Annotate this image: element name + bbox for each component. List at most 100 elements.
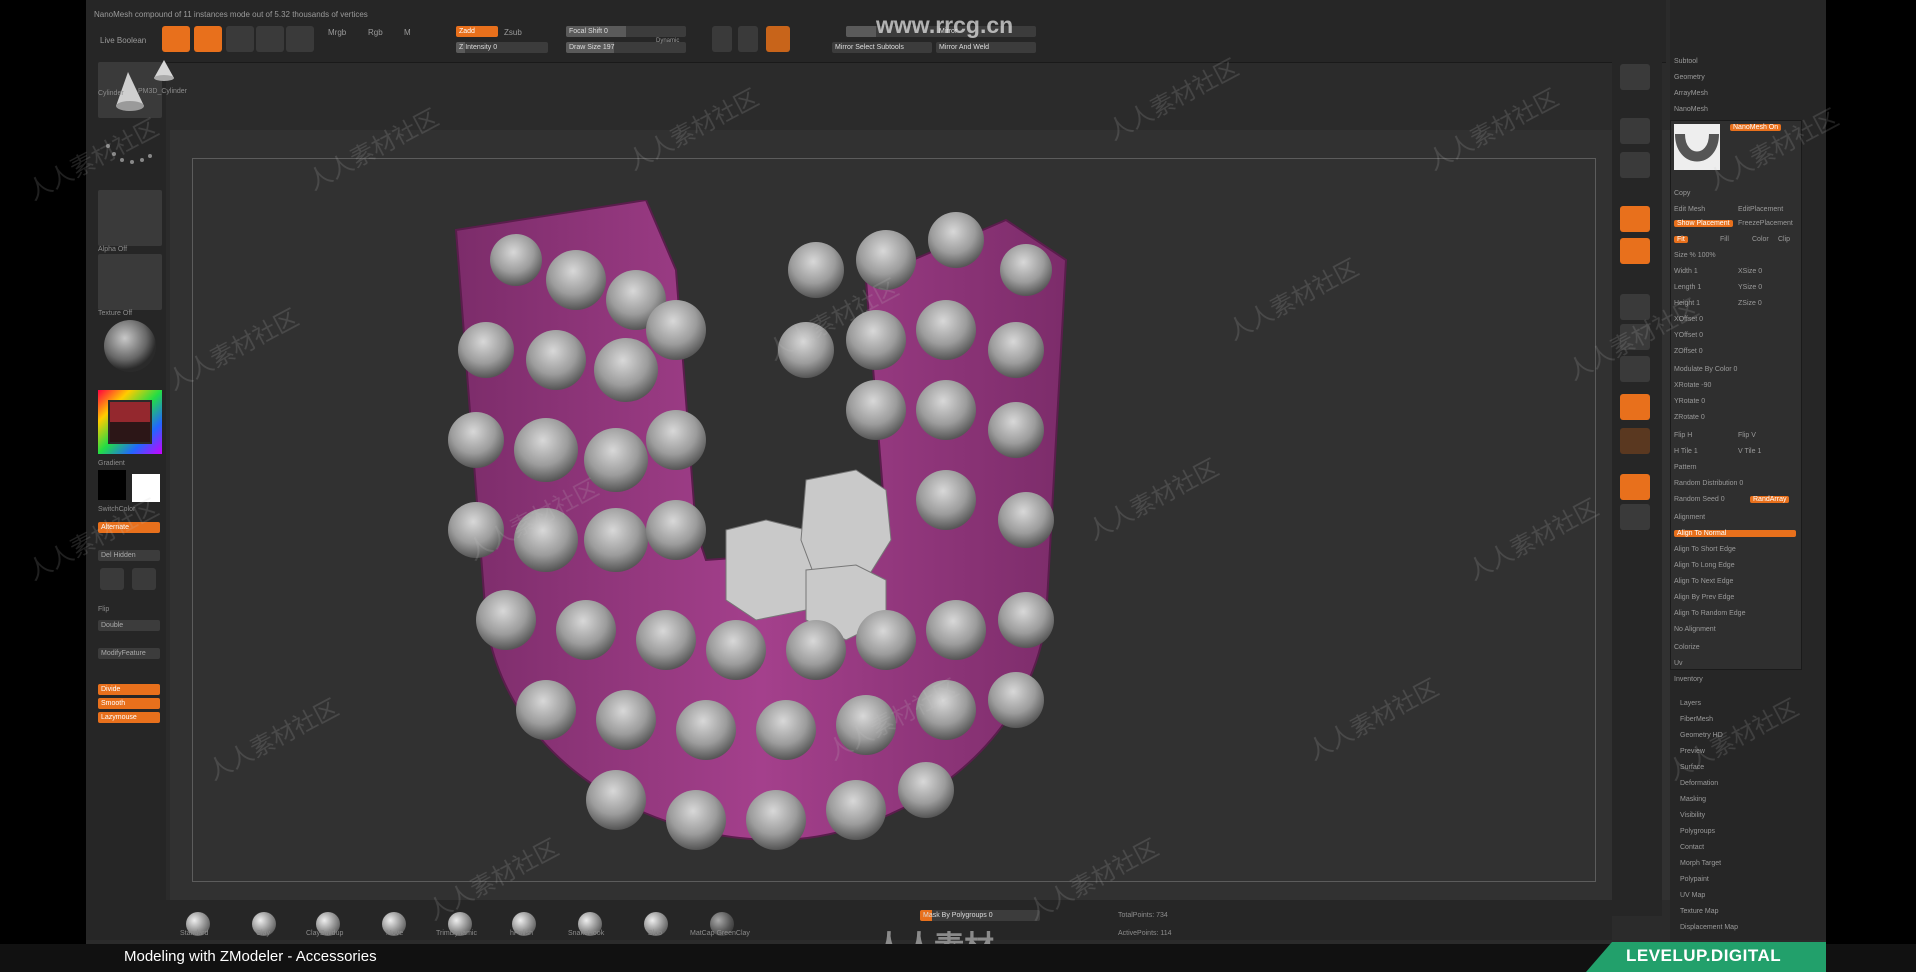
mask-by-polygroups-slider[interactable]: Mask By Polygroups 0 xyxy=(920,910,1040,921)
menu-polygroups[interactable]: Polygroups xyxy=(1680,828,1715,835)
local-button[interactable] xyxy=(1620,238,1650,264)
bpr-button[interactable] xyxy=(1620,64,1650,90)
scroll-button[interactable] xyxy=(1620,118,1650,144)
main-color-swatch[interactable] xyxy=(98,470,126,500)
polyf-button[interactable] xyxy=(1620,428,1650,454)
polyframe-button[interactable] xyxy=(100,568,124,590)
stroke-mode-button[interactable] xyxy=(738,26,758,52)
zsub-label[interactable]: Zsub xyxy=(504,28,522,37)
align-next-edge-button[interactable]: Align To Next Edge xyxy=(1674,578,1733,585)
y-size-slider[interactable]: YSize 0 xyxy=(1738,284,1762,291)
floor-button[interactable] xyxy=(1620,206,1650,232)
color-button[interactable]: Color xyxy=(1752,236,1769,243)
z-size-slider[interactable]: ZSize 0 xyxy=(1738,300,1762,307)
mrgb-label[interactable]: Mrgb xyxy=(328,28,346,37)
v-tile-slider[interactable]: V Tile 1 xyxy=(1738,448,1761,455)
align-short-edge-button[interactable]: Align To Short Edge xyxy=(1674,546,1736,553)
rand-array-button[interactable]: RandArray xyxy=(1750,496,1790,503)
alpha-thumbnail[interactable] xyxy=(98,190,162,246)
length-slider[interactable]: Length 1 xyxy=(1674,284,1701,291)
switchcolor-label[interactable]: SwitchColor xyxy=(98,506,135,513)
menu-visibility[interactable]: Visibility xyxy=(1680,812,1705,819)
arraymesh-menu[interactable]: ArrayMesh xyxy=(1674,90,1708,97)
menu-preview[interactable]: Preview xyxy=(1680,748,1705,755)
nanomesh-menu[interactable]: NanoMesh xyxy=(1674,106,1708,113)
material-thumbnail[interactable] xyxy=(98,318,162,374)
uv-button[interactable]: Uv xyxy=(1674,660,1683,667)
x-offset-slider[interactable]: XOffset 0 xyxy=(1674,316,1703,323)
h-tile-slider[interactable]: H Tile 1 xyxy=(1674,448,1698,455)
menu-deformation[interactable]: Deformation xyxy=(1680,780,1718,787)
y-offset-slider[interactable]: YOffset 0 xyxy=(1674,332,1703,339)
clip-button[interactable]: Clip xyxy=(1778,236,1790,243)
solo-button[interactable] xyxy=(1620,504,1650,530)
rotate-button[interactable] xyxy=(286,26,314,52)
transp-button[interactable] xyxy=(132,568,156,590)
flip-label[interactable]: Flip xyxy=(98,606,109,613)
move-button[interactable] xyxy=(226,26,254,52)
menu-polypaint[interactable]: Polypaint xyxy=(1680,876,1709,883)
pattern-slider[interactable]: Pattern xyxy=(1674,464,1697,471)
random-distribution-slider[interactable]: Random Distribution 0 xyxy=(1674,480,1743,487)
show-placement-button[interactable]: Show Placement xyxy=(1674,220,1733,227)
menu-displacement-map[interactable]: Displacement Map xyxy=(1680,924,1738,931)
x-rotate-slider[interactable]: XRotate -90 xyxy=(1674,382,1711,389)
subtool-menu[interactable]: Subtool xyxy=(1674,58,1698,65)
inventory-button[interactable]: Inventory xyxy=(1674,676,1703,683)
edit-placement-button[interactable]: EditPlacement xyxy=(1738,206,1783,213)
live-boolean-button[interactable]: Live Boolean xyxy=(100,36,146,45)
texture-thumbnail[interactable] xyxy=(98,254,162,310)
lazymouse-button[interactable]: Lazymouse xyxy=(98,712,160,723)
menu-surface[interactable]: Surface xyxy=(1680,764,1704,771)
geometry-menu[interactable]: Geometry xyxy=(1674,74,1705,81)
menu-fibermesh[interactable]: FiberMesh xyxy=(1680,716,1713,723)
z-offset-slider[interactable]: ZOffset 0 xyxy=(1674,348,1703,355)
scale-button[interactable] xyxy=(256,26,284,52)
frame-button[interactable] xyxy=(1620,294,1650,320)
nanomesh-on-button[interactable]: NanoMesh On xyxy=(1730,124,1782,131)
double-button[interactable]: Double xyxy=(98,620,160,631)
divide-button[interactable]: Divide xyxy=(98,684,160,695)
rgb-label[interactable]: Rgb xyxy=(368,28,383,37)
m-label[interactable]: M xyxy=(404,28,411,37)
modulate-slider[interactable]: Modulate By Color 0 xyxy=(1674,366,1737,373)
flip-h-button[interactable]: Flip H xyxy=(1674,432,1692,439)
align-prev-edge-button[interactable]: Align By Prev Edge xyxy=(1674,594,1734,601)
menu-uv-map[interactable]: UV Map xyxy=(1680,892,1705,899)
menu-masking[interactable]: Masking xyxy=(1680,796,1706,803)
menu-morph-target[interactable]: Morph Target xyxy=(1680,860,1721,867)
draw-button[interactable] xyxy=(194,26,222,52)
scale-view-button[interactable] xyxy=(1620,356,1650,382)
color-picker[interactable] xyxy=(98,390,162,454)
nanomesh-preview[interactable] xyxy=(1674,124,1720,170)
smooth-button[interactable]: Smooth xyxy=(98,698,160,709)
move-view-button[interactable] xyxy=(1620,324,1650,350)
brush-mode-button[interactable] xyxy=(712,26,732,52)
align-long-edge-button[interactable]: Align To Long Edge xyxy=(1674,562,1735,569)
zadd-button[interactable]: Zadd xyxy=(456,26,498,37)
z-rotate-slider[interactable]: ZRotate 0 xyxy=(1674,414,1705,421)
align-random-edge-button[interactable]: Align To Random Edge xyxy=(1674,610,1745,617)
flip-v-button[interactable]: Flip V xyxy=(1738,432,1756,439)
del-hidden-button[interactable]: Del Hidden xyxy=(98,550,160,561)
colorize-button[interactable]: Colorize xyxy=(1674,644,1700,651)
fill-button[interactable]: Fill xyxy=(1720,236,1729,243)
width-slider[interactable]: Width 1 xyxy=(1674,268,1698,275)
transp-view-button[interactable] xyxy=(1620,474,1650,500)
size-slider[interactable]: Size % 100% xyxy=(1674,252,1716,259)
menu-contact[interactable]: Contact xyxy=(1680,844,1704,851)
focal-shift-slider[interactable]: Focal Shift 0 xyxy=(566,26,686,37)
mirror-select-subtools-button[interactable]: Mirror Select Subtools xyxy=(832,42,932,53)
no-alignment-button[interactable]: No Alignment xyxy=(1674,626,1716,633)
y-rotate-slider[interactable]: YRotate 0 xyxy=(1674,398,1705,405)
pm3d-cylinder-thumbnail[interactable] xyxy=(144,56,184,86)
mirror-and-weld-button[interactable]: Mirror And Weld xyxy=(936,42,1036,53)
menu-layers[interactable]: Layers xyxy=(1680,700,1701,707)
secondary-color-swatch[interactable] xyxy=(132,474,160,502)
lightbox-button[interactable] xyxy=(766,26,790,52)
x-size-slider[interactable]: XSize 0 xyxy=(1738,268,1762,275)
random-seed-slider[interactable]: Random Seed 0 xyxy=(1674,496,1725,503)
modify-feature-button[interactable]: ModifyFeature xyxy=(98,648,160,659)
menu-texture-map[interactable]: Texture Map xyxy=(1680,908,1719,915)
rotate-view-button[interactable] xyxy=(1620,394,1650,420)
